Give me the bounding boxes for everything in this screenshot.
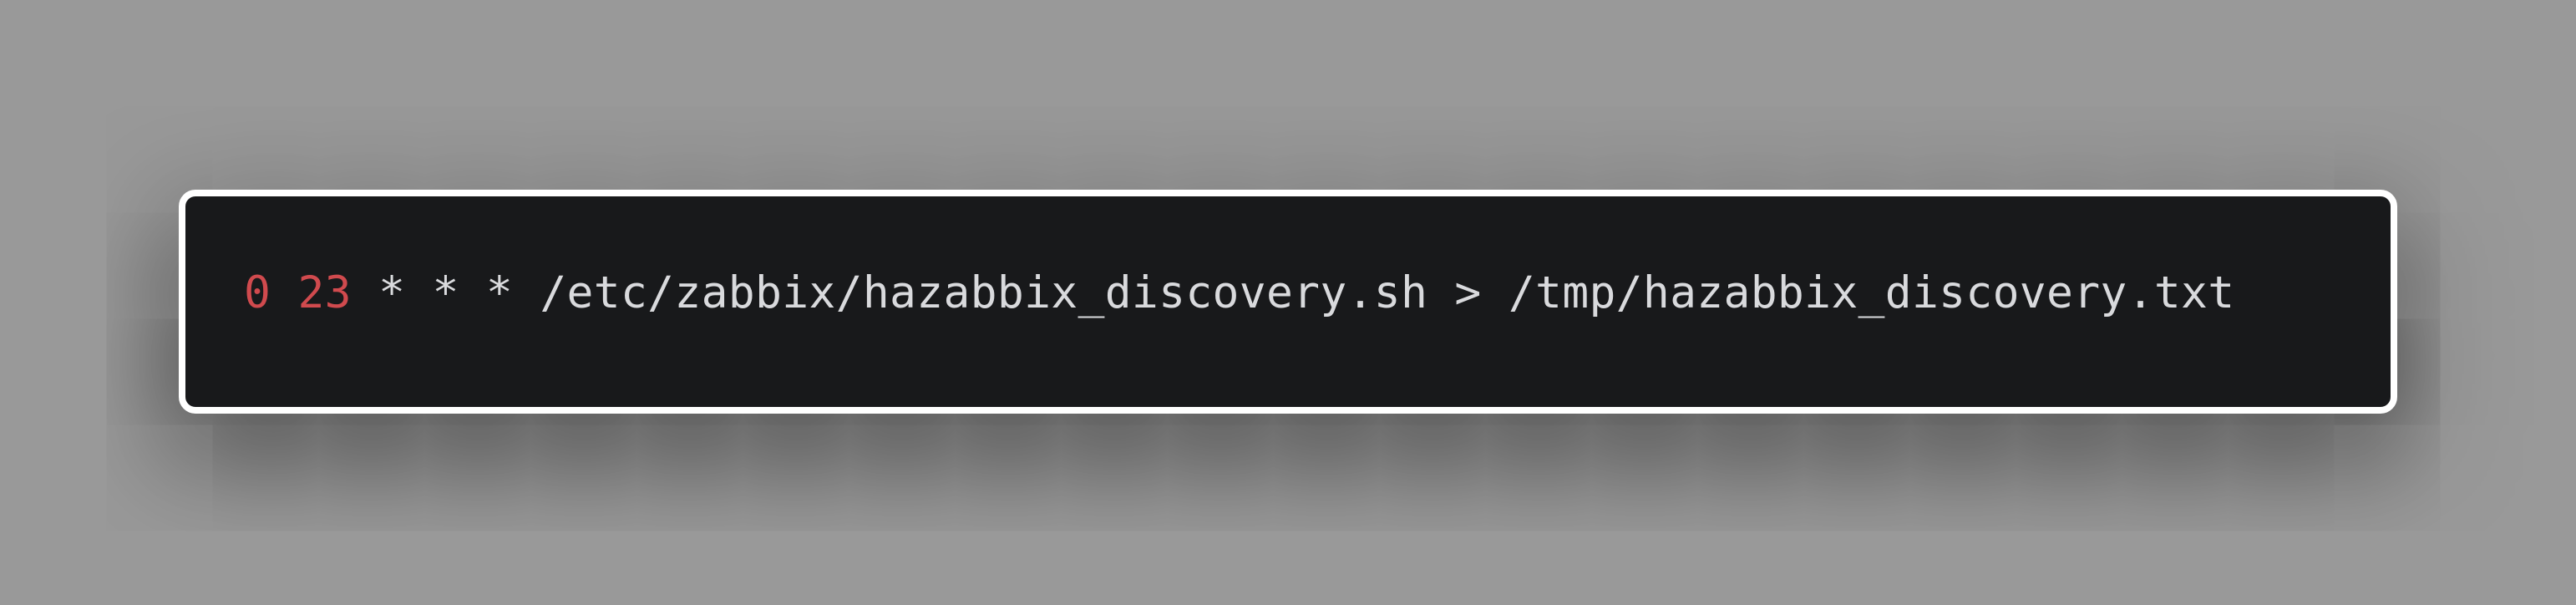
- token-separator: [271, 267, 297, 318]
- code-snippet-card: 0 23 * * * /etc/zabbix/hazabbix_discover…: [179, 190, 2397, 414]
- cron-hour-field: 23: [297, 267, 352, 318]
- screenshot-canvas: 0 23 * * * /etc/zabbix/hazabbix_discover…: [0, 0, 2576, 605]
- cron-entry-line: 0 23 * * * /etc/zabbix/hazabbix_discover…: [244, 268, 2234, 318]
- cron-command-text: * * * /etc/zabbix/hazabbix_discovery.sh …: [351, 267, 2235, 318]
- cron-minute-field: 0: [244, 267, 271, 318]
